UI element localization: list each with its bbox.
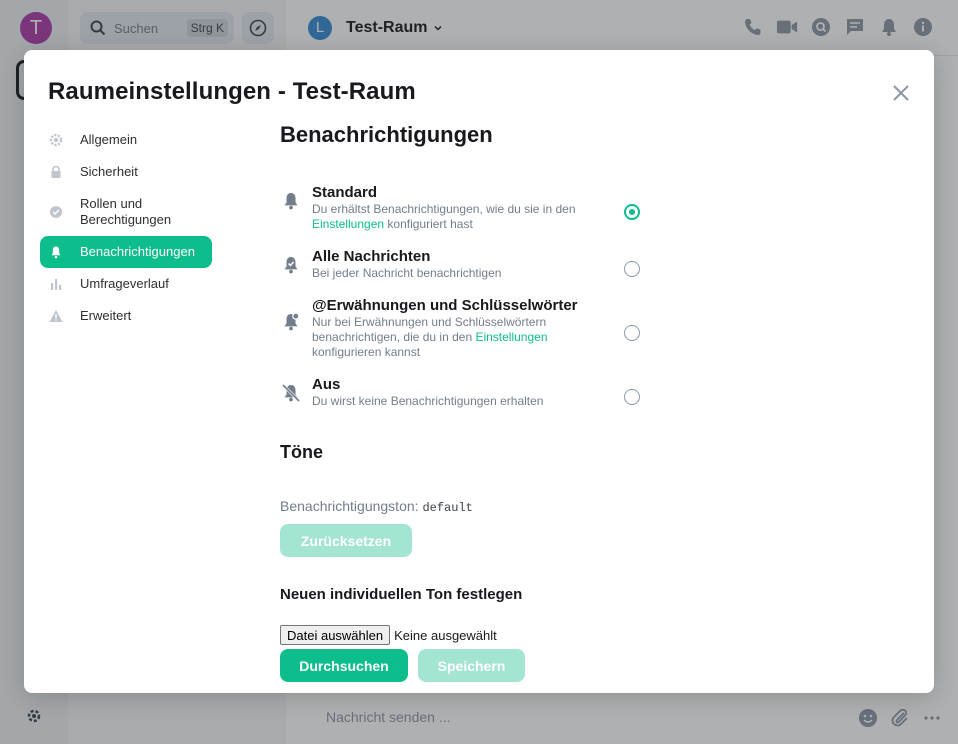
lock-icon: [48, 164, 64, 180]
new-sound-title: Neuen individuellen Ton festlegen: [280, 586, 523, 603]
bell-icon: [48, 244, 64, 260]
browse-button[interactable]: Durchsuchen: [280, 649, 408, 682]
radio-off[interactable]: [624, 389, 640, 405]
tab-advanced[interactable]: Erweitert: [40, 300, 212, 332]
section-title: Benachrichtigungen: [280, 122, 493, 147]
radio-default[interactable]: [624, 204, 640, 220]
option-description: Nur bei Erwähnungen und Schlüsselwörtern…: [312, 315, 548, 359]
radio-mentions[interactable]: [624, 325, 640, 341]
tab-label: Rollen und Berechtigungen: [80, 196, 172, 227]
bell-off-icon: [281, 383, 301, 403]
bell-dot-icon: [284, 312, 300, 331]
dialog-title: Raumeinstellungen - Test-Raum: [48, 78, 416, 105]
notification-sound-row: Benachrichtigungston: default: [280, 498, 473, 515]
tab-roles[interactable]: Rollen und Berechtigungen: [40, 188, 212, 236]
tab-label: Benachrichtigungen: [80, 244, 195, 259]
file-input-row: Datei auswählen Keine ausgewählt: [280, 625, 497, 645]
notification-option-off[interactable]: Aus Du wirst keine Benachrichtigungen er…: [280, 376, 644, 409]
save-button[interactable]: Speichern: [418, 649, 525, 682]
tab-poll-history[interactable]: Umfrageverlauf: [40, 268, 212, 300]
tab-label: Erweitert: [80, 308, 132, 323]
notification-option-mentions[interactable]: @Erwähnungen und Schlüsselwörter Nur bei…: [280, 297, 644, 360]
notifications-panel: Benachrichtigungen Standard Du erhältst …: [280, 122, 880, 682]
option-title: Alle Nachrichten: [312, 248, 431, 265]
warning-icon: [48, 308, 64, 324]
bell-check-icon: [284, 257, 298, 274]
settings-link[interactable]: Einstellungen: [475, 330, 547, 344]
close-button[interactable]: [890, 82, 912, 104]
notification-option-all-messages[interactable]: Alle Nachrichten Bei jeder Nachricht ben…: [280, 248, 644, 281]
sound-label: Benachrichtigungston:: [280, 498, 419, 514]
gear-icon: [48, 132, 64, 148]
badge-check-icon: [48, 204, 64, 220]
option-description: Du wirst keine Benachrichtigungen erhalt…: [312, 394, 544, 408]
file-status: Keine ausgewählt: [394, 627, 497, 643]
option-description: Bei jeder Nachricht benachrichtigen: [312, 266, 502, 280]
tab-notifications[interactable]: Benachrichtigungen: [40, 236, 212, 268]
option-description: Du erhältst Benachrichtigungen, wie du s…: [312, 202, 576, 231]
settings-tabs: Allgemein Sicherheit Rollen und Berechti…: [40, 124, 212, 332]
reset-button[interactable]: Zurücksetzen: [280, 524, 412, 557]
tab-security[interactable]: Sicherheit: [40, 156, 212, 188]
bar-chart-icon: [48, 276, 64, 292]
tab-label: Sicherheit: [80, 164, 138, 179]
bell-icon: [284, 193, 298, 210]
sounds-title: Töne: [280, 442, 323, 462]
settings-link[interactable]: Einstellungen: [312, 217, 384, 231]
radio-all-messages[interactable]: [624, 261, 640, 277]
close-icon: [893, 85, 909, 101]
tab-general[interactable]: Allgemein: [40, 124, 212, 156]
option-title: Standard: [312, 184, 378, 201]
choose-file-button[interactable]: Datei auswählen: [280, 625, 391, 645]
option-title: Aus: [312, 376, 341, 393]
tab-label: Umfrageverlauf: [80, 276, 169, 291]
sound-value: default: [422, 501, 473, 515]
tab-label: Allgemein: [80, 132, 138, 147]
room-settings-dialog: Raumeinstellungen - Test-Raum Allgemein …: [24, 50, 934, 693]
notification-option-default[interactable]: Standard Du erhältst Benachrichtigungen,…: [280, 184, 644, 232]
option-title: @Erwähnungen und Schlüsselwörter: [312, 297, 578, 314]
